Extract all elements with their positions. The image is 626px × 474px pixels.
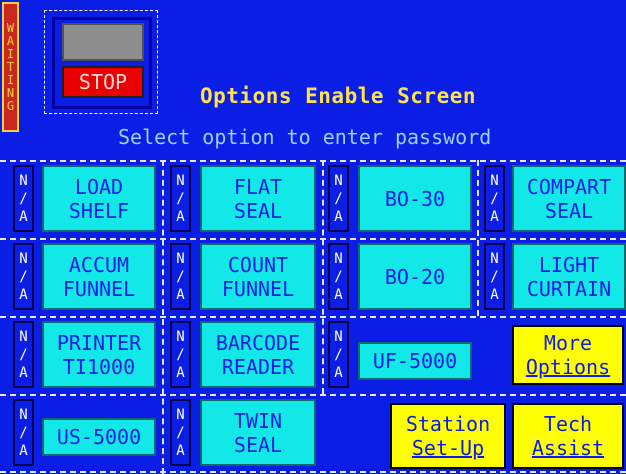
na-indicator: N / A <box>328 243 349 310</box>
na-indicator: N / A <box>484 243 505 310</box>
waiting-status-indicator: W A I T I N G <box>2 2 19 132</box>
option-twin-seal[interactable]: TWIN SEAL <box>200 399 316 466</box>
option-count-funnel[interactable]: COUNT FUNNEL <box>200 243 316 310</box>
more-options-button[interactable]: More Options <box>512 325 624 385</box>
stop-button[interactable]: STOP <box>62 66 144 98</box>
page-subtitle: Select option to enter password <box>118 125 492 149</box>
option-light-curtain[interactable]: LIGHT CURTAIN <box>512 243 626 310</box>
na-indicator: N / A <box>13 321 34 388</box>
na-indicator: N / A <box>170 165 191 232</box>
option-uf-5000[interactable]: UF-5000 <box>358 342 472 380</box>
na-indicator: N / A <box>170 321 191 388</box>
na-indicator: N / A <box>170 243 191 310</box>
waiting-letter: N <box>6 85 15 100</box>
option-accum-funnel[interactable]: ACCUM FUNNEL <box>42 243 156 310</box>
grid-divider <box>0 160 626 162</box>
waiting-letter: A <box>6 33 15 48</box>
grid-divider <box>0 471 626 473</box>
option-bo-20[interactable]: BO-20 <box>358 243 472 310</box>
waiting-letter: I <box>6 72 15 87</box>
page-title: Options Enable Screen <box>200 84 477 108</box>
na-indicator: N / A <box>13 399 34 466</box>
grid-divider <box>0 316 626 318</box>
option-compart-seal[interactable]: COMPART SEAL <box>512 165 626 232</box>
na-indicator: N / A <box>328 165 349 232</box>
na-indicator: N / A <box>484 165 505 232</box>
station-setup-button[interactable]: Station Set-Up <box>390 403 506 469</box>
option-barcode-reader[interactable]: BARCODE READER <box>200 321 316 388</box>
waiting-letter: G <box>6 98 15 113</box>
status-lamp <box>62 23 144 61</box>
grid-divider <box>0 238 626 240</box>
option-flat-seal[interactable]: FLAT SEAL <box>200 165 316 232</box>
grid-divider <box>162 160 164 474</box>
tech-assist-button[interactable]: Tech Assist <box>512 403 624 469</box>
grid-divider <box>477 160 479 316</box>
na-indicator: N / A <box>13 243 34 310</box>
na-indicator: N / A <box>170 399 191 466</box>
option-printer-ti1000[interactable]: PRINTER TI1000 <box>42 321 156 388</box>
grid-divider <box>0 394 626 396</box>
option-load-shelf[interactable]: LOAD SHELF <box>42 165 156 232</box>
waiting-letter: W <box>6 20 15 35</box>
waiting-letter: I <box>6 46 15 61</box>
option-us-5000[interactable]: US-5000 <box>42 418 156 456</box>
option-bo-30[interactable]: BO-30 <box>358 165 472 232</box>
grid-divider <box>322 160 324 394</box>
na-indicator: N / A <box>328 321 349 388</box>
waiting-letter: T <box>6 59 15 74</box>
na-indicator: N / A <box>13 165 34 232</box>
